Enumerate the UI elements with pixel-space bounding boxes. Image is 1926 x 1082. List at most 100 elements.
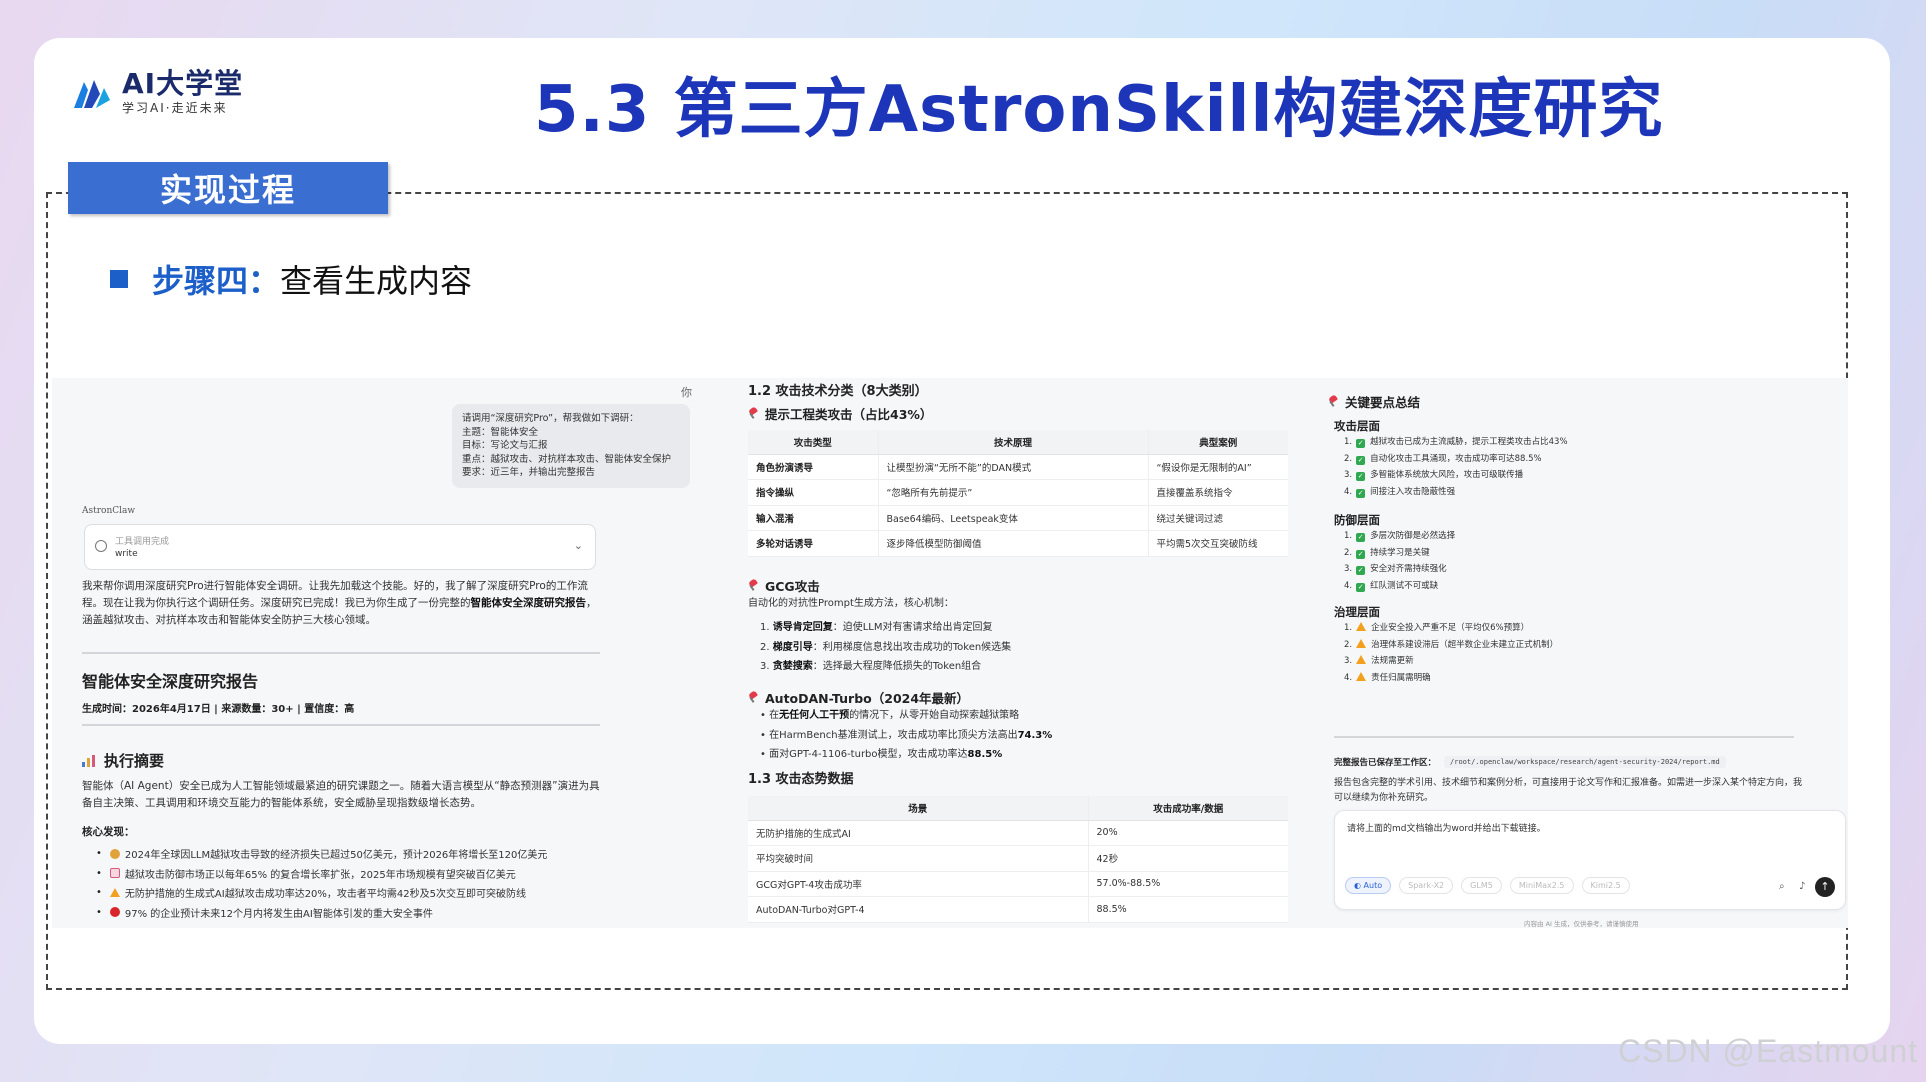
chat-input[interactable]: 请将上面的md文档输出为word并给出下载链接。: [1347, 821, 1546, 834]
sparkle-icon: ◐: [1354, 881, 1364, 890]
report-middle-panel: 1.2 攻击技术分类（8大类别） 提示工程类攻击（占比43%） 攻击类型 技术原…: [742, 378, 1302, 928]
list-item: 4. ✓ 红队测试不可或缺: [1344, 580, 1439, 592]
gcg-key: 诱导肯定回复: [772, 622, 833, 633]
item-text: 责任归属需明确: [1371, 672, 1431, 683]
bubble-line: 重点：越狱攻击、对抗样本攻击、智能体安全保护: [462, 453, 672, 465]
table-cell: 无防护措施的生成式AI: [748, 820, 1088, 846]
list-item: 2024年全球因LLM越狱攻击导致的经济损失已超过50亿美元，预计2026年将增…: [96, 844, 547, 864]
list-item: 越狱攻击防御市场正以每年65% 的复合增长率扩张，2025年市场规模有望突破百亿…: [96, 864, 547, 884]
warning-icon: [1356, 638, 1367, 648]
autodan-label: AutoDAN-Turbo（2024年最新）: [765, 691, 970, 706]
step-text: 查看生成内容: [280, 262, 473, 300]
logo-title: AI大学堂: [122, 66, 244, 100]
attack-layer-heading: 攻击层面: [1334, 419, 1380, 433]
table-cell: 绕过关键词过滤: [1147, 505, 1288, 531]
item-text: 红队测试不可或缺: [1370, 580, 1439, 591]
bubble-line: 请调用“深度研究Pro”，帮我做如下调研：: [462, 413, 639, 424]
item-text: 持续学习是关键: [1370, 547, 1430, 558]
item-text: 企业安全投入严重不足（平均仅6%预算）: [1371, 623, 1530, 633]
save-note: 报告包含完整的学术引用、技术细节和案例分析，可直接用于论文写作和汇报准备。如需进…: [1334, 778, 1803, 803]
money-bag-icon: [109, 848, 120, 859]
attach-icon[interactable]: ⌕: [1779, 881, 1789, 893]
model-chip-spark[interactable]: Spark-X2: [1399, 877, 1454, 894]
logo-mark-icon: [74, 80, 110, 108]
gcg-value: ：利用梯度信息找出攻击成功的Token候选集: [812, 641, 1012, 653]
item-text: 治理体系建设滞后（超半数企业未建立正式机制）: [1371, 639, 1559, 650]
list-item: 2. 梯度引导：利用梯度信息找出攻击成功的Token候选集: [760, 641, 1012, 653]
gcg-label: GCG攻击: [765, 579, 820, 594]
item-text: 多层次防御是必然选择: [1370, 531, 1456, 541]
chat-input-box[interactable]: 请将上面的md文档输出为word并给出下载链接。 ◐ Auto Spark-X2…: [1334, 810, 1846, 910]
logo-subtitle: 学习AI·走近未来: [122, 100, 228, 115]
list-item: • 面对GPT-4-1106-turbo模型，攻击成功率达88.5%: [760, 749, 1003, 760]
model-chip-auto[interactable]: ◐ Auto: [1345, 877, 1392, 894]
pin-icon: [748, 692, 759, 703]
item-text: 安全对齐需持续强化: [1370, 564, 1447, 574]
assistant-reply: 我来帮你调用深度研究Pro进行智能体安全调研。让我先加载这个技能。好的，我了解了…: [82, 578, 602, 629]
bubble-line: 目标：写论文与汇报: [462, 440, 548, 451]
autodan-text: 在: [769, 710, 780, 721]
list-item: 2. ✓ 自动化攻击工具涌现，攻击成功率可达88.5%: [1344, 453, 1542, 465]
table-row: 平均突破时间 42秒: [748, 845, 1288, 872]
table-cell: 逐步降低模型防御阈值: [877, 530, 1148, 557]
square-bullet-icon: [110, 270, 128, 288]
divider: [82, 724, 600, 726]
autodan-heading: AutoDAN-Turbo（2024年最新）: [748, 688, 969, 707]
table-cell: 平均需5次交互突破防线: [1147, 530, 1288, 557]
item-text: 间接注入攻击隐蔽性强: [1370, 486, 1456, 497]
assistant-name: AstronClaw: [82, 506, 136, 516]
tool-name: write: [115, 549, 138, 559]
autodan-bold: 无任何人工干预: [779, 710, 850, 721]
list-item: 97% 的企业预计未来12个月内将发生由AI智能体引发的重大安全事件: [96, 903, 547, 923]
core-findings-label: 核心发现：: [82, 826, 135, 838]
gcg-key: 梯度引导: [772, 641, 813, 653]
model-label: Auto: [1363, 881, 1383, 890]
save-label: 完整报告已保存至工作区：: [1334, 758, 1437, 768]
bar-chart-icon: [82, 754, 96, 767]
model-chip-glm5[interactable]: GLM5: [1461, 877, 1502, 894]
pin-icon: [748, 408, 759, 419]
check-icon: ✓: [1356, 549, 1366, 559]
send-button[interactable]: ↑: [1815, 877, 1835, 897]
taxonomy-heading: 1.2 攻击技术分类（8大类别）: [748, 384, 928, 399]
model-chip-kimi[interactable]: Kimi2.5: [1581, 877, 1630, 894]
warning-icon: [1356, 671, 1367, 681]
chat-panel: 你 请调用“深度研究Pro”，帮我做如下调研： 主题：智能体安全 目标：写论文与…: [52, 378, 712, 928]
list-item: 4. ✓ 间接注入攻击隐蔽性强: [1344, 486, 1456, 498]
table-cell: Base64编码、Leetspeak变体: [877, 505, 1148, 531]
gov-layer-list: 1. 企业安全投入严重不足（平均仅6%预算） 2. 治理体系建设滞后（超半数企业未建…: [1344, 620, 1558, 686]
table-header: 攻击成功率/数据: [1087, 796, 1288, 821]
table-row: 角色扮演诱导 让模型扮演“无所不能”的DAN模式 “假设你是无限制的AI”: [748, 454, 1288, 480]
table-cell: 多轮对话诱导: [748, 530, 878, 557]
list-item: 2. 治理体系建设滞后（超半数企业未建立正式机制）: [1344, 638, 1559, 650]
table-cell: AutoDAN-Turbo对GPT-4: [748, 896, 1088, 923]
microphone-icon[interactable]: ♪: [1799, 881, 1809, 893]
exec-summary-label: 执行摘要: [104, 752, 165, 770]
save-path[interactable]: /root/.openclaw/workspace/research/agent…: [1444, 756, 1726, 768]
item-text: 自动化攻击工具涌现，攻击成功率可达88.5%: [1370, 453, 1542, 464]
divider: [1334, 736, 1794, 738]
findings-list: 2024年全球因LLM越狱攻击导致的经济损失已超过50亿美元，预计2026年将增…: [96, 844, 547, 922]
page-title: 5.3 第三方AstronSkill构建深度研究: [534, 73, 1664, 147]
check-icon: ✓: [1356, 566, 1366, 575]
check-icon: ✓: [1356, 472, 1366, 481]
table-cell: 角色扮演诱导: [748, 454, 878, 480]
reply-bold: 智能体安全深度研究报告: [470, 597, 587, 609]
bubble-line: 主题：智能体安全: [462, 426, 539, 438]
red-circle-icon: [109, 907, 120, 918]
chevron-down-icon[interactable]: ⌄: [574, 539, 583, 552]
summary-panel: 关键要点总结 攻击层面 1. ✓ 越狱攻击已成为主流威胁，提示工程类攻击占比43% …: [1314, 378, 1848, 928]
defense-layer-heading: 防御层面: [1334, 513, 1380, 527]
table-row: 多轮对话诱导 逐步降低模型防御阈值 平均需5次交互突破防线: [748, 530, 1288, 557]
check-icon: ✓: [1356, 488, 1366, 498]
tool-call-card[interactable]: 工具调用完成 write ⌄: [84, 524, 596, 570]
list-item: 1. 企业安全投入严重不足（平均仅6%预算）: [1344, 622, 1530, 633]
table-cell: 20%: [1087, 820, 1288, 846]
prompt-attack-label: 提示工程类攻击（占比43%）: [765, 407, 933, 422]
finding-text: 越狱攻击防御市场正以每年65% 的复合增长率扩张，2025年市场规模有望突破百亿…: [124, 869, 516, 881]
model-chip-minimax[interactable]: MiniMax2.5: [1509, 877, 1574, 894]
gcg-value: ：选择最大程度降低损失的Token组合: [812, 661, 982, 672]
autodan-text: 面对GPT-4-1106-turbo模型，攻击成功率达: [769, 749, 968, 760]
table-row: 输入混淆 Base64编码、Leetspeak变体 绕过关键词过滤: [748, 505, 1288, 531]
list-item: 4. 责任归属需明确: [1344, 671, 1431, 683]
